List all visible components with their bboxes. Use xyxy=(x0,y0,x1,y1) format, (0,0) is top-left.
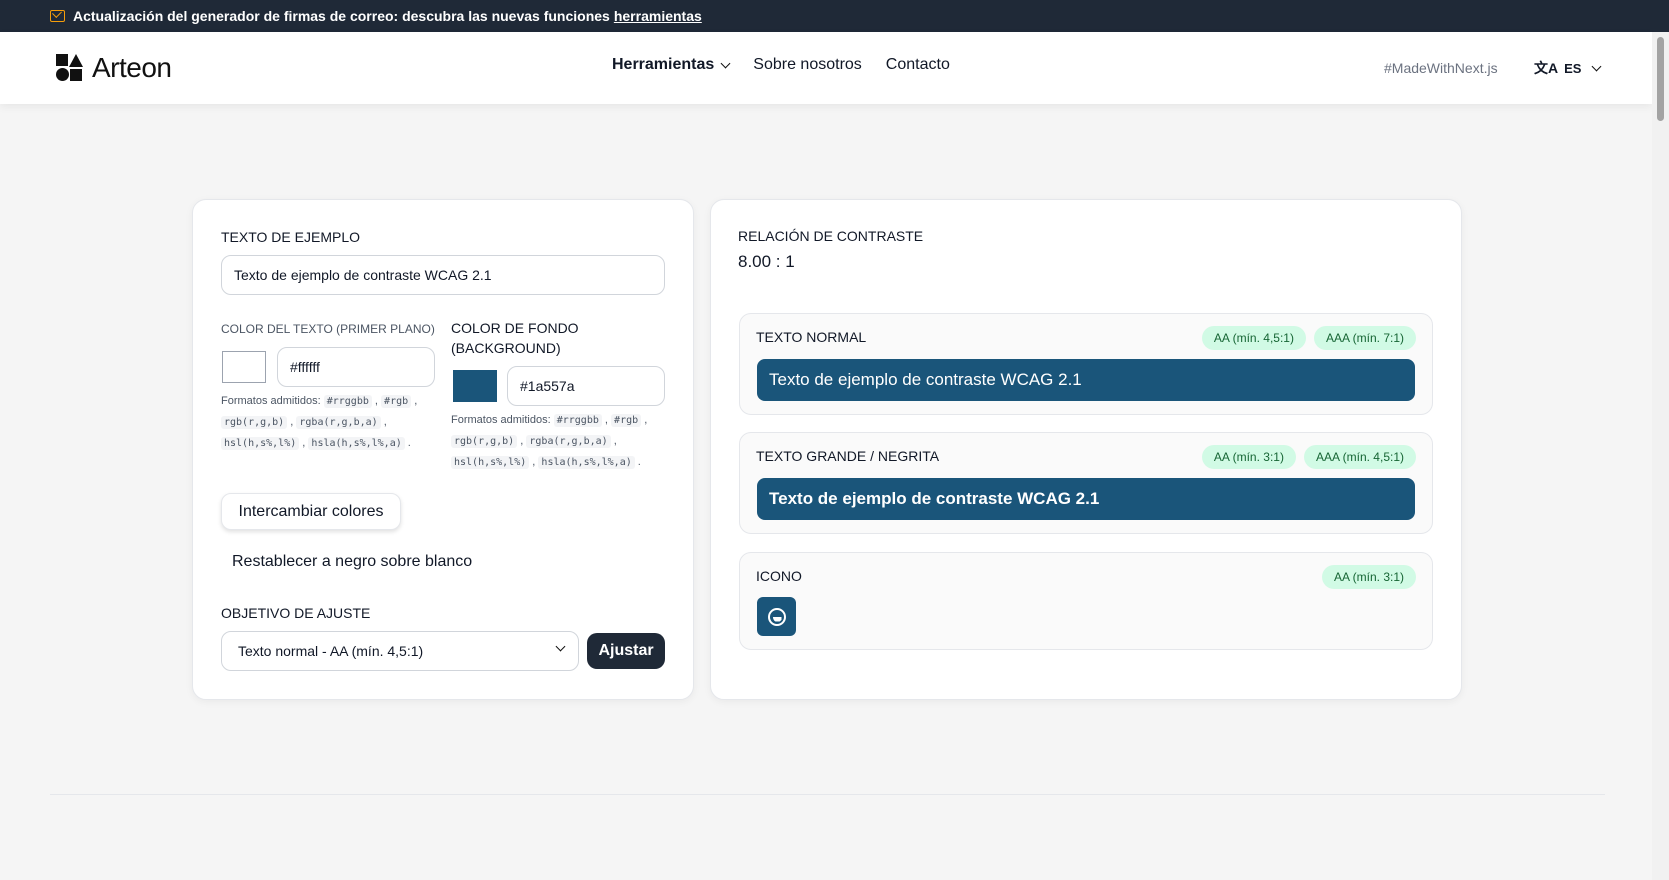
swap-colors-button[interactable]: Intercambiar colores xyxy=(221,493,401,530)
translate-icon: 文A xyxy=(1534,60,1559,76)
footer-divider xyxy=(50,794,1605,795)
site-header: Arteon Herramientas Sobre nosotros Conta… xyxy=(0,32,1652,104)
adjust-target-label: OBJETIVO DE AJUSTE xyxy=(221,605,371,621)
icon-aa-badge: AA (mín. 3:1) xyxy=(1321,565,1416,589)
reset-colors-button[interactable]: Restablecer a negro sobre blanco xyxy=(220,544,484,580)
nav-about[interactable]: Sobre nosotros xyxy=(753,56,862,74)
chevron-down-icon xyxy=(555,641,566,652)
normal-text-result: TEXTO NORMAL AA (mín. 4,5:1) AAA (mín. 7… xyxy=(739,313,1433,415)
icon-title: ICONO xyxy=(756,568,802,584)
contrast-ratio-label: RELACIÓN DE CONTRASTE xyxy=(738,228,924,244)
large-text-result: TEXTO GRANDE / NEGRITA AA (mín. 3:1) AAA… xyxy=(739,432,1433,534)
normal-text-title: TEXTO NORMAL xyxy=(756,329,867,345)
nav-contact[interactable]: Contacto xyxy=(886,56,950,74)
bg-color-label: COLOR DE FONDO xyxy=(451,320,579,336)
sample-text-label: TEXTO DE EJEMPLO xyxy=(221,229,360,245)
chevron-down-icon xyxy=(1592,61,1602,71)
normal-aa-badge: AA (mín. 4,5:1) xyxy=(1201,326,1306,350)
fg-color-label: COLOR DEL TEXTO (PRIMER PLANO) xyxy=(221,322,435,336)
announcement-text: Actualización del generador de firmas de… xyxy=(73,8,610,24)
nav-tools-label: Herramientas xyxy=(612,56,715,73)
fg-color-input[interactable]: #ffffff xyxy=(277,347,435,387)
sample-text-input[interactable]: Texto de ejemplo de contraste WCAG 2.1 xyxy=(221,255,665,295)
logo[interactable]: Arteon xyxy=(56,52,172,84)
nav-tools[interactable]: Herramientas xyxy=(612,56,731,74)
bg-formats-help: Formatos admitidos: #rrggbb , #rgb , rgb… xyxy=(451,414,648,469)
moon-icon xyxy=(767,607,786,626)
language-selector[interactable]: 文A ES xyxy=(1534,58,1602,78)
language-code: ES xyxy=(1564,60,1582,76)
large-text-preview: Texto de ejemplo de contraste WCAG 2.1 xyxy=(757,478,1415,520)
adjust-target-value: Texto normal - AA (mín. 4,5:1) xyxy=(238,643,424,659)
logo-mark-icon xyxy=(56,54,84,82)
announcement-bar: Actualización del generador de firmas de… xyxy=(0,0,1669,32)
fg-color-swatch[interactable] xyxy=(222,351,266,383)
bg-color-swatch[interactable] xyxy=(453,370,497,402)
main-nav: Herramientas Sobre nosotros Contacto xyxy=(612,56,950,74)
mail-icon xyxy=(50,10,65,22)
normal-aaa-badge: AAA (mín. 7:1) xyxy=(1313,326,1416,350)
made-with-link[interactable]: #MadeWithNext.js xyxy=(1384,60,1498,76)
adjust-button[interactable]: Ajustar xyxy=(587,633,665,669)
announcement-link[interactable]: herramientas xyxy=(614,8,702,24)
contrast-ratio-value: 8.00 : 1 xyxy=(738,252,795,271)
logo-text: Arteon xyxy=(92,52,172,83)
large-aa-badge: AA (mín. 3:1) xyxy=(1201,445,1296,469)
normal-text-preview: Texto de ejemplo de contraste WCAG 2.1 xyxy=(757,359,1415,401)
bg-color-label-2: (BACKGROUND) xyxy=(451,340,561,356)
bg-color-input[interactable]: #1a557a xyxy=(507,366,665,406)
large-text-title: TEXTO GRANDE / NEGRITA xyxy=(756,448,940,464)
icon-preview xyxy=(757,597,796,636)
large-aaa-badge: AAA (mín. 4,5:1) xyxy=(1303,445,1416,469)
scrollbar-thumb[interactable] xyxy=(1657,37,1664,121)
fg-formats-help: Formatos admitidos: #rrggbb , #rgb , rgb… xyxy=(221,395,418,450)
adjust-target-select[interactable]: Texto normal - AA (mín. 4,5:1) xyxy=(221,631,579,671)
page-scrollbar[interactable] xyxy=(1652,32,1669,880)
chevron-down-icon xyxy=(720,58,731,68)
icon-result: ICONO AA (mín. 3:1) xyxy=(739,552,1433,650)
